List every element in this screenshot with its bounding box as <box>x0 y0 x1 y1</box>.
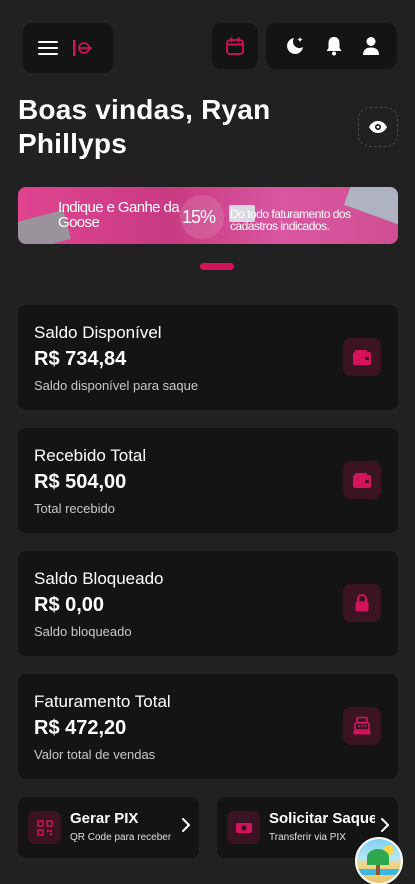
chevron-right-icon <box>181 817 191 838</box>
action-title: Gerar PIX <box>70 810 139 827</box>
card-value: R$ 472,20 <box>34 717 127 739</box>
moon-stars-icon[interactable] <box>284 35 306 57</box>
action-subtitle: QR Code para receber <box>70 832 172 843</box>
banner-percent: 15% <box>182 207 216 227</box>
card-title: Recebido Total <box>34 446 147 465</box>
total-revenue-card: Faturamento Total R$ 472,20 Valor total … <box>18 674 398 779</box>
wallet-icon <box>343 338 381 376</box>
generate-pix-button[interactable]: Gerar PIX QR Code para receber <box>18 797 199 858</box>
banner-title: Indique e Ganhe da Goose <box>58 199 180 231</box>
action-text-clip: Solicitar Saque Transferir via PIX <box>217 797 375 858</box>
carousel-indicator[interactable] <box>200 263 234 270</box>
cash-register-icon <box>343 707 381 745</box>
card-subtitle: Saldo bloqueado <box>34 624 132 639</box>
action-subtitle: Transferir via PIX <box>269 832 346 843</box>
card-subtitle: Valor total de vendas <box>34 747 156 762</box>
blocked-balance-card: Saldo Bloqueado R$ 0,00 Saldo bloqueado <box>18 551 398 656</box>
action-text-clip: Gerar PIX QR Code para receber <box>18 797 178 858</box>
card-title: Faturamento Total <box>34 692 171 711</box>
card-subtitle: Saldo disponível para saque <box>34 378 199 393</box>
action-title: Solicitar Saque <box>269 810 375 827</box>
card-subtitle: Total recebido <box>34 501 115 516</box>
header-actions <box>266 23 397 69</box>
total-received-card: Recebido Total R$ 504,00 Total recebido <box>18 428 398 533</box>
top-bar <box>23 23 397 73</box>
wallet-icon <box>343 461 381 499</box>
balance-available-card: Saldo Disponível R$ 734,84 Saldo disponí… <box>18 305 398 410</box>
card-value: R$ 504,00 <box>34 471 127 493</box>
welcome-heading: Boas vindas, Ryan Phillyps <box>18 94 271 159</box>
menu-logo-box <box>23 23 113 73</box>
card-title: Saldo Disponível <box>34 323 162 342</box>
hamburger-icon[interactable] <box>38 41 58 55</box>
calendar-button[interactable] <box>212 23 258 69</box>
user-icon[interactable] <box>362 36 380 56</box>
card-value: R$ 734,84 <box>34 348 127 370</box>
calendar-icon <box>225 36 245 56</box>
chevron-right-icon <box>380 817 390 838</box>
card-title: Saldo Bloqueado <box>34 569 164 588</box>
bell-icon[interactable] <box>325 36 343 56</box>
lock-icon <box>343 584 381 622</box>
card-value: R$ 0,00 <box>34 594 105 616</box>
promo-banner[interactable]: Indique e Ganhe da Goose 15% Do todo fat… <box>18 187 398 244</box>
banner-description: Do todo faturamento dos cadastros indica… <box>230 207 351 233</box>
eye-icon <box>368 120 388 134</box>
beach-icon[interactable] <box>355 837 403 884</box>
toggle-visibility-button[interactable] <box>358 107 398 147</box>
brand-logo <box>70 36 94 60</box>
